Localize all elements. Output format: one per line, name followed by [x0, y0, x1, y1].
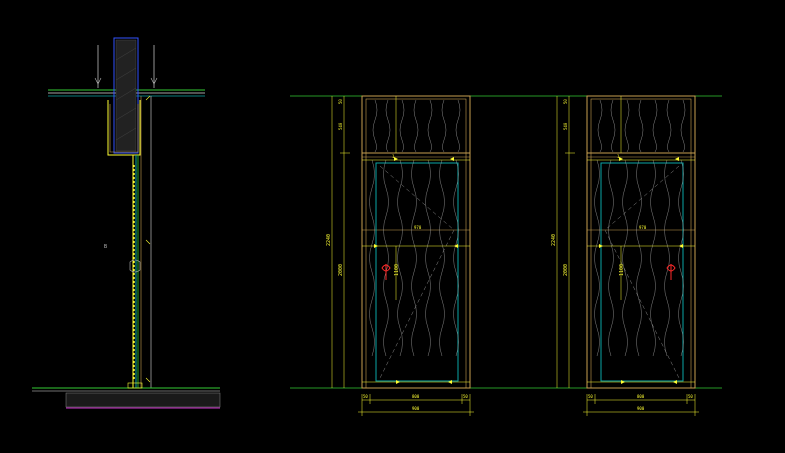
bottom-dim-2: 800: [637, 394, 645, 399]
dim-ticks: [145, 95, 151, 383]
floor-slab: [65, 392, 221, 408]
section-label: B: [104, 244, 107, 250]
swing-indicator: [379, 165, 455, 379]
section-detail: B: [32, 37, 221, 409]
threshold: [127, 382, 143, 389]
overall-width-label: 900: [637, 406, 645, 411]
bottom-dim-1: 50: [588, 394, 593, 399]
internal-dims: [587, 96, 695, 383]
bottom-dim-2: 800: [412, 394, 420, 399]
header-wall-hatch: [115, 39, 137, 152]
wood-grain-transom: [372, 99, 461, 153]
mid-label: 970: [414, 225, 422, 230]
top-dim-2: 540: [338, 122, 343, 130]
door-frame-inner: [365, 98, 467, 389]
overall-width-label: 900: [412, 406, 420, 411]
top-dim-1: 50: [338, 99, 343, 104]
overall-height-label: 2240: [551, 234, 557, 246]
swing-indicator: [604, 165, 680, 379]
wood-grain-leaf: [594, 159, 684, 357]
panel-label: 1100: [619, 264, 625, 276]
door-elevation-1: 2240 2000 50 540 1 970 1100 50 800 50 90…: [326, 95, 474, 416]
mid-label: 970: [639, 225, 647, 230]
wood-grain-leaf: [369, 159, 459, 357]
panel-label: 1100: [394, 264, 400, 276]
top-dim-2: 540: [563, 122, 568, 130]
bottom-dim-3: 50: [463, 394, 468, 399]
internal-dims: [362, 96, 470, 383]
inner-height-label: 2000: [338, 264, 344, 276]
door-frame-inner: [590, 98, 692, 389]
door-leaf-panel: [375, 162, 459, 382]
cad-drawing: B 2240 2000 50 540 1 970 1100 50 800 50 …: [32, 37, 722, 416]
handle-section: [129, 259, 141, 273]
top-dim-1: 50: [563, 99, 568, 104]
overall-height-label: 2240: [326, 234, 332, 246]
bottom-dim-1: 50: [363, 394, 368, 399]
inner-height-label: 2000: [563, 264, 569, 276]
bottom-dim-3: 50: [688, 394, 693, 399]
door-elevation-2: 2240 2000 50 540 1 970 1100 50 800 50 90…: [551, 95, 699, 416]
wood-grain-transom: [597, 99, 686, 153]
